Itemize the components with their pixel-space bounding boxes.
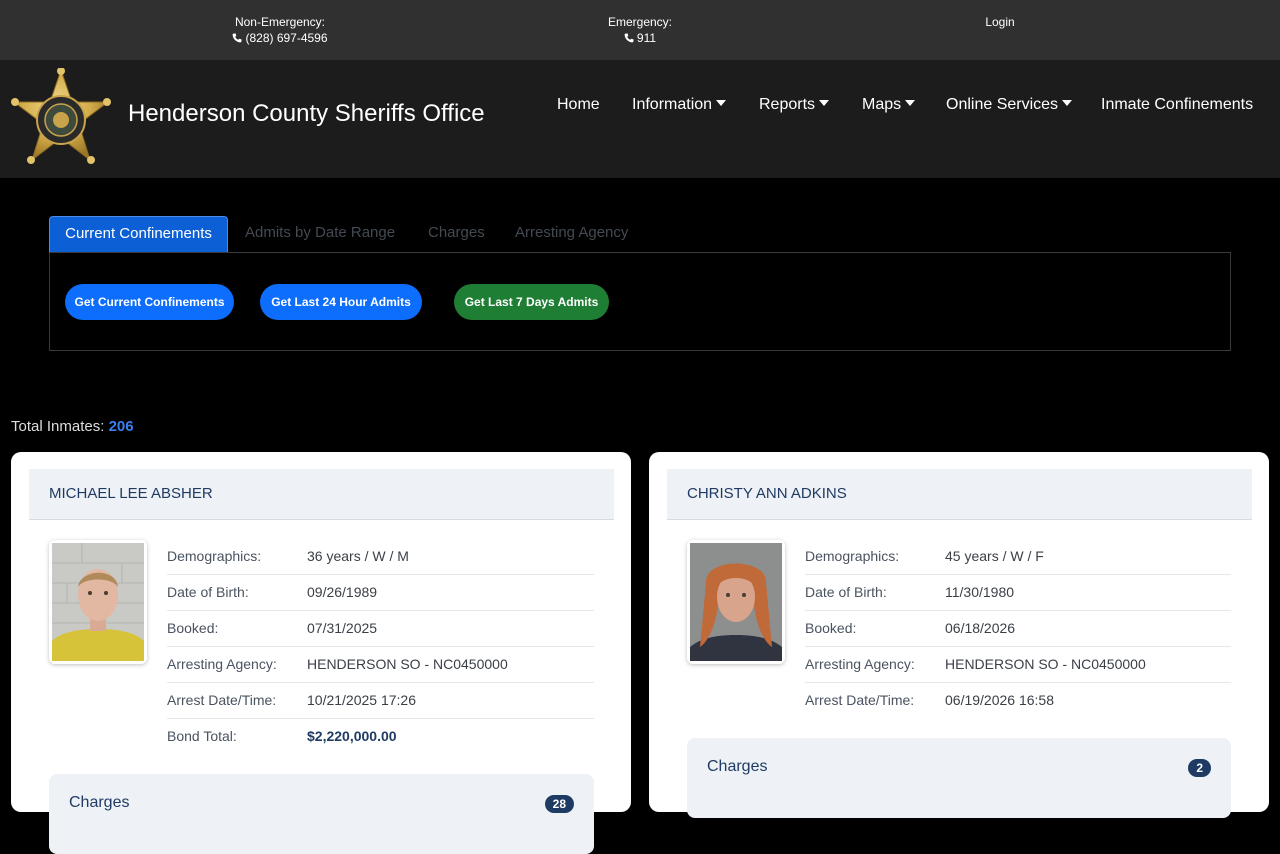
nav-online-services-label: Online Services — [946, 96, 1059, 113]
site-title[interactable]: Henderson County Sheriffs Office — [128, 100, 485, 128]
detail-row-arrest-date-time: Arrest Date/Time: 06/19/2026 16:58 — [805, 682, 1231, 718]
phone-icon — [233, 33, 242, 43]
field-label: Arresting Agency: — [805, 656, 915, 672]
phone-icon — [624, 33, 634, 43]
field-label: Demographics: — [167, 548, 262, 564]
nav-maps[interactable]: Maps — [862, 96, 916, 120]
detail-row-booked: Booked: 06/18/2026 — [805, 610, 1231, 647]
get-last-24-hour-admits-button[interactable]: Get Last 24 Hour Admits — [260, 284, 422, 320]
non-emergency-phone-text: (828) 697-4596 — [245, 31, 328, 45]
non-emergency-phone[interactable]: (828) 697-4596 — [229, 30, 331, 46]
field-value: HENDERSON SO - NC0450000 — [945, 656, 1146, 672]
detail-row-arresting-agency: Arresting Agency: HENDERSON SO - NC045000… — [805, 646, 1231, 683]
field-label: Date of Birth: — [167, 584, 249, 600]
field-value: 45 years / W / F — [945, 548, 1044, 564]
nav-home[interactable]: Home — [557, 96, 600, 120]
tab-current-confinements[interactable]: Current Confinements — [49, 216, 228, 252]
get-current-confinements-button[interactable]: Get Current Confinements — [65, 284, 234, 320]
field-value: 11/30/1980 — [945, 584, 1015, 600]
emergency-phone-text: 911 — [636, 31, 657, 45]
field-label: Booked: — [805, 620, 857, 636]
inmate-card-header: CHRISTY ANN ADKINS — [667, 469, 1252, 520]
login-link[interactable]: Login — [980, 14, 1020, 30]
total-inmates-count: 206 — [108, 418, 134, 435]
field-value: 06/18/2026 — [945, 620, 1016, 636]
caret-down-icon — [716, 100, 727, 106]
tab-charges[interactable]: Charges — [428, 216, 485, 252]
field-label: Bond Total: — [167, 728, 237, 744]
total-inmates: Total Inmates: 206 — [11, 418, 134, 435]
field-label: Arrest Date/Time: — [167, 692, 277, 708]
caret-down-icon — [905, 100, 916, 106]
inmate-name[interactable]: MICHAEL LEE ABSHER — [49, 485, 213, 502]
field-label: Arresting Agency: — [167, 656, 277, 672]
mugshot-image — [690, 543, 782, 661]
field-value: 07/31/2025 — [307, 620, 378, 636]
nav-reports-label: Reports — [759, 96, 816, 113]
field-label: Demographics: — [805, 548, 900, 564]
field-label: Arrest Date/Time: — [805, 692, 915, 708]
charges-label: Charges — [69, 794, 130, 811]
caret-down-icon — [819, 100, 830, 106]
mugshot-image — [52, 543, 144, 661]
site-header: Henderson County Sheriffs Office Home In… — [0, 60, 1280, 178]
charges-count-badge: 2 — [1188, 759, 1211, 777]
inmate-photo[interactable] — [49, 540, 147, 664]
nav-online-services[interactable]: Online Services — [946, 96, 1073, 120]
bond-total-value: $2,220,000.00 — [307, 728, 397, 744]
inmate-card: CHRISTY ANN ADKINS Demographics: 45 years… — [649, 452, 1269, 818]
nav-reports[interactable]: Reports — [759, 96, 830, 120]
charges-accordion[interactable]: Charges 2 — [687, 738, 1231, 818]
inmate-name[interactable]: CHRISTY ANN ADKINS — [687, 485, 847, 502]
detail-row-demographics: Demographics: 36 years / W / M — [167, 538, 594, 575]
detail-row-arrest-date-time: Arrest Date/Time: 10/21/2025 17:26 — [167, 682, 594, 719]
nav-information[interactable]: Information — [632, 96, 727, 120]
field-value: 10/21/2025 17:26 — [307, 692, 416, 708]
inmate-card: MICHAEL LEE ABSHER Demographics: 36 years… — [11, 452, 631, 854]
non-emergency-label: Non-Emergency: — [234, 15, 326, 29]
field-label: Date of Birth: — [805, 584, 887, 600]
detail-row-bond-total: Bond Total: $2,220,000.00 — [167, 718, 594, 754]
field-value: 36 years / W / M — [307, 548, 409, 564]
nav-inmate-confinements[interactable]: Inmate Confinements — [1101, 96, 1253, 120]
tab-arresting-agency[interactable]: Arresting Agency — [515, 216, 628, 252]
get-last-7-days-admits-button[interactable]: Get Last 7 Days Admits — [454, 284, 609, 320]
emergency-contact: Emergency: 911 — [604, 14, 676, 46]
total-inmates-label: Total Inmates: — [11, 418, 105, 435]
emergency-label: Emergency: — [607, 15, 673, 29]
inmate-card-header: MICHAEL LEE ABSHER — [29, 469, 614, 520]
field-value: HENDERSON SO - NC0450000 — [307, 656, 508, 672]
detail-row-date-of-birth: Date of Birth: 09/26/1989 — [167, 574, 594, 611]
caret-down-icon — [1062, 100, 1073, 106]
non-emergency-contact: Non-Emergency: (828) 697-4596 — [229, 14, 331, 46]
charges-count-badge: 28 — [544, 795, 574, 813]
field-value: 06/19/2026 16:58 — [945, 692, 1054, 708]
detail-row-arresting-agency: Arresting Agency: HENDERSON SO - NC045000… — [167, 646, 594, 683]
nav-information-label: Information — [632, 96, 713, 113]
detail-row-booked: Booked: 07/31/2025 — [167, 610, 594, 647]
sheriff-badge-logo[interactable] — [10, 68, 112, 170]
detail-row-demographics: Demographics: 45 years / W / F — [805, 538, 1231, 575]
emergency-phone[interactable]: 911 — [604, 30, 676, 46]
field-value: 09/26/1989 — [307, 584, 378, 600]
nav-maps-label: Maps — [862, 96, 902, 113]
charges-label: Charges — [707, 758, 768, 775]
field-label: Booked: — [167, 620, 219, 636]
charges-accordion[interactable]: Charges 28 — [49, 774, 594, 854]
top-bar: Non-Emergency: (828) 697-4596 Emergency:… — [0, 0, 1280, 60]
detail-row-date-of-birth: Date of Birth: 11/30/1980 — [805, 574, 1231, 611]
tab-admits-by-date-range[interactable]: Admits by Date Range — [245, 216, 395, 252]
inmate-photo[interactable] — [687, 540, 785, 664]
